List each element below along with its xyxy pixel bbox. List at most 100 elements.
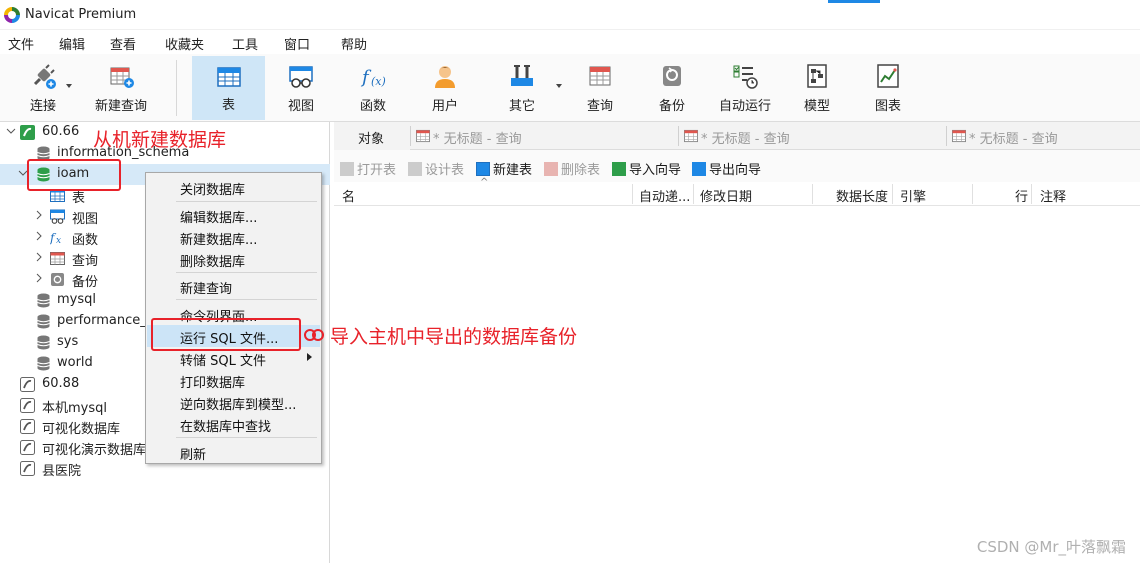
menu-new-database[interactable]: 新建数据库... xyxy=(147,226,320,248)
toolbar-other-button[interactable]: 其它 xyxy=(494,56,550,120)
import-wizard-button[interactable]: 导入向导 xyxy=(612,159,681,178)
menu-delete-database[interactable]: 删除数据库 xyxy=(147,248,320,270)
col-engine[interactable]: 引擎 xyxy=(900,186,926,205)
toolbar-chart-button[interactable]: 图表 xyxy=(860,56,916,120)
toolbar-view-button[interactable]: 视图 xyxy=(272,56,330,120)
tree-label: sys xyxy=(57,334,79,349)
menu-file[interactable]: 文件 xyxy=(8,34,34,53)
menu-item-label: 在数据库中查找 xyxy=(180,420,272,435)
delete-table-button[interactable]: 删除表 xyxy=(544,159,600,178)
menu-tools[interactable]: 工具 xyxy=(232,34,258,53)
toolbar-new-query-button[interactable]: 新建查询 xyxy=(86,56,156,120)
model-icon xyxy=(807,64,827,88)
open-table-icon xyxy=(340,162,354,176)
toolbar-new-query-label: 新建查询 xyxy=(94,99,147,114)
menu-find-in-database[interactable]: 在数据库中查找 xyxy=(147,413,320,435)
tab-bar: 对象 * 无标题 - 查询 * 无标题 - 查询 * 无标题 - 查询 xyxy=(334,122,1140,150)
toolbar-connect-button[interactable]: 连接 xyxy=(10,56,76,120)
toolbar-schedule-button[interactable]: 自动运行 xyxy=(712,56,778,120)
toolbar-user-button[interactable]: 用户 xyxy=(416,56,474,120)
menu-refresh[interactable]: 刷新 xyxy=(147,441,320,463)
toolbar-backup-button[interactable]: 备份 xyxy=(644,56,700,120)
col-name[interactable]: 名 xyxy=(342,186,355,205)
toolbar-table-button[interactable]: 表 xyxy=(192,56,265,120)
tree-label: 视图 xyxy=(72,212,99,227)
connect-dropdown-arrow[interactable] xyxy=(66,84,72,88)
menu-edit-database[interactable]: 编辑数据库... xyxy=(147,204,320,226)
menu-bar: 文件 编辑 查看 收藏夹 工具 窗口 帮助 xyxy=(0,30,1140,54)
toolbar-query-button[interactable]: 查询 xyxy=(572,56,628,120)
database-icon xyxy=(37,356,50,371)
col-separator[interactable] xyxy=(892,184,893,204)
tab-query-3[interactable]: * 无标题 - 查询 xyxy=(950,122,1140,150)
chevron-right-icon[interactable] xyxy=(34,273,44,283)
main-toolbar: 连接 新建查询 表 视图 f (x) 函数 用户 其它 查询 备份 自动运行 模… xyxy=(0,54,1140,122)
menu-separator xyxy=(176,201,317,202)
export-wizard-icon xyxy=(692,162,706,176)
annotation-box-ioam xyxy=(27,159,121,191)
menu-close-database[interactable]: 关闭数据库 xyxy=(147,176,320,198)
new-table-button[interactable]: 新建表 xyxy=(476,159,532,178)
other-dropdown-arrow[interactable] xyxy=(556,84,562,88)
toolbar-chart-label: 图表 xyxy=(874,99,901,114)
chart-icon xyxy=(877,64,899,88)
menu-help[interactable]: 帮助 xyxy=(341,34,367,53)
col-separator[interactable] xyxy=(693,184,694,204)
menu-reverse-to-model[interactable]: 逆向数据库到模型... xyxy=(147,391,320,413)
tab-objects[interactable]: 对象 xyxy=(334,122,410,150)
chevron-right-icon[interactable] xyxy=(34,210,44,220)
menu-edit[interactable]: 编辑 xyxy=(59,34,85,53)
user-icon xyxy=(435,66,455,88)
tab-query-label: * 无标题 - 查询 xyxy=(433,132,522,147)
toolbar-function-button[interactable]: f (x) 函数 xyxy=(344,56,402,120)
new-table-label: 新建表 xyxy=(493,163,533,178)
tree-label: 60.66 xyxy=(42,124,80,139)
menu-item-label: 新建数据库... xyxy=(180,233,258,248)
menu-window[interactable]: 窗口 xyxy=(284,34,310,53)
menu-item-label: 关闭数据库 xyxy=(180,183,246,198)
col-data-length[interactable]: 数据长度 xyxy=(836,186,888,205)
tab-query-2[interactable]: * 无标题 - 查询 xyxy=(682,122,946,150)
open-table-button[interactable]: 打开表 xyxy=(340,159,396,178)
toolbar-function-label: 函数 xyxy=(359,99,386,114)
col-modified-date[interactable]: 修改日期 xyxy=(700,186,752,205)
toolbar-view-label: 视图 xyxy=(287,99,314,114)
title-accent xyxy=(828,0,880,3)
tools-icon xyxy=(511,65,533,86)
tab-objects-label: 对象 xyxy=(358,132,385,147)
chevron-down-icon[interactable] xyxy=(6,126,16,136)
design-table-button[interactable]: 设计表 xyxy=(408,159,464,178)
toolbar-query-label: 查询 xyxy=(586,99,613,114)
tree-label: 函数 xyxy=(72,233,99,248)
backup-icon xyxy=(663,66,681,86)
col-separator[interactable] xyxy=(972,184,973,204)
menu-favorites[interactable]: 收藏夹 xyxy=(165,34,204,53)
tree-label: world xyxy=(57,355,93,370)
toolbar-connect-label: 连接 xyxy=(29,99,56,114)
toolbar-model-button[interactable]: 模型 xyxy=(790,56,844,120)
col-separator[interactable] xyxy=(812,184,813,204)
tree-label: 查询 xyxy=(72,254,99,269)
chevron-right-icon[interactable] xyxy=(34,252,44,262)
col-rows[interactable]: 行 xyxy=(1015,186,1028,205)
chevron-right-icon[interactable] xyxy=(34,231,44,241)
col-auto-increment[interactable]: 自动递... xyxy=(639,186,690,205)
tab-separator xyxy=(678,126,679,146)
submenu-arrow-icon xyxy=(307,353,312,361)
tab-query-1[interactable]: * 无标题 - 查询 xyxy=(414,122,678,150)
tree-label: 县医院 xyxy=(42,464,82,479)
connection-icon xyxy=(20,377,35,392)
col-separator[interactable] xyxy=(632,184,633,204)
col-separator[interactable] xyxy=(1031,184,1032,204)
menu-item-label: 逆向数据库到模型... xyxy=(180,398,297,413)
menu-print-database[interactable]: 打印数据库 xyxy=(147,369,320,391)
menu-view[interactable]: 查看 xyxy=(110,34,136,53)
sort-ascending-icon: ^ xyxy=(480,177,489,188)
plug-icon xyxy=(33,64,56,89)
navicat-logo-icon xyxy=(4,7,20,23)
col-comment[interactable]: 注释 xyxy=(1040,186,1066,205)
connection-icon xyxy=(20,440,35,455)
window-title: Navicat Premium xyxy=(25,7,137,22)
menu-new-query[interactable]: 新建查询 xyxy=(147,275,320,297)
export-wizard-button[interactable]: 导出向导 xyxy=(692,159,761,178)
